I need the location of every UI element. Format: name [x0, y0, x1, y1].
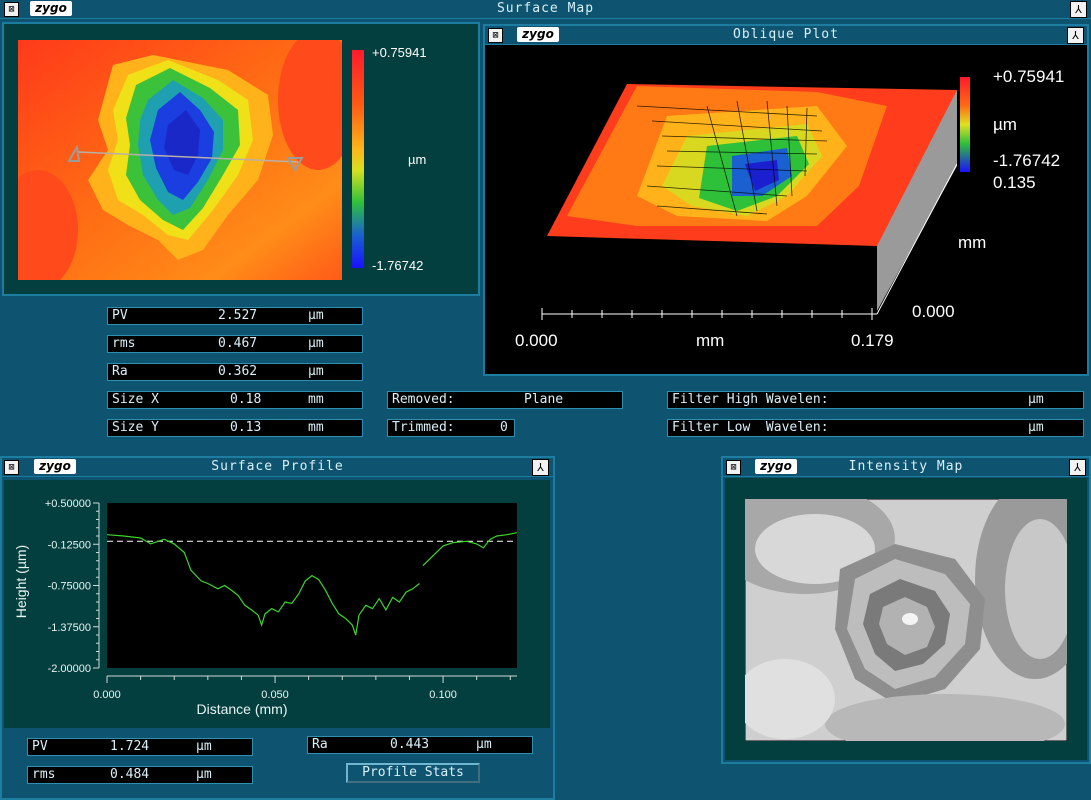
y-tick-label: -1.37500: [48, 622, 91, 634]
rms-unit: µm: [308, 336, 324, 351]
y-axis-label: Height (µm): [13, 545, 29, 618]
surface-map-image[interactable]: [18, 40, 342, 280]
size-y-value: 0.13: [230, 420, 262, 435]
intensity-map-title: Intensity Map: [848, 459, 964, 474]
oblique-y-min: 0.000: [912, 302, 955, 321]
oblique-colorbar: [960, 77, 970, 172]
oblique-x-min: 0.000: [515, 331, 558, 350]
pv-value: 2.527: [218, 308, 258, 323]
pv-label: PV: [112, 308, 128, 323]
colorbar-unit: µm: [408, 152, 427, 167]
x-tick-label: 0.050: [261, 689, 289, 701]
size-y-field: Size Y 0.13 mm: [107, 419, 363, 437]
profile-pv-field: PV 1.724 µm: [27, 738, 253, 756]
filter-high-unit: µm: [1028, 392, 1044, 407]
size-x-label: Size X: [112, 392, 159, 407]
menu-icon[interactable]: ⅄: [1070, 1, 1087, 18]
x-tick-label: 0.000: [93, 689, 121, 701]
removed-value: Plane: [524, 392, 564, 407]
oblique-plot-title: Oblique Plot: [733, 27, 839, 42]
profile-pv-value: 1.724: [110, 739, 150, 754]
profile-rms-unit: µm: [196, 767, 212, 782]
window-title: Surface Map: [496, 1, 595, 16]
y-tick-label: -0.12500: [48, 539, 91, 551]
rms-label: rms: [112, 336, 136, 351]
trimmed-field: Trimmed: 0: [387, 419, 515, 437]
oblique-y-max: 0.135: [993, 173, 1036, 192]
filter-low-label: Filter Low Wavelen:: [672, 420, 829, 435]
menu-icon[interactable]: ⅄: [532, 459, 549, 476]
oblique-z-max: +0.75941: [993, 67, 1065, 86]
y-tick-label: -2.00000: [48, 663, 91, 675]
colorbar: [352, 50, 364, 268]
profile-ra-value: 0.443: [390, 737, 430, 752]
menu-icon[interactable]: ⅄: [1069, 459, 1086, 476]
menu-icon[interactable]: ⅄: [1067, 27, 1084, 44]
surface-profile-titlebar: ⊠ zygo Surface Profile ⅄: [2, 458, 553, 477]
size-y-label: Size Y: [112, 420, 159, 435]
y-tick-label: -0.75000: [48, 581, 91, 593]
pv-unit: µm: [308, 308, 324, 323]
size-y-unit: mm: [308, 420, 324, 435]
profile-ra-unit: µm: [476, 737, 492, 752]
surface-profile-title: Surface Profile: [211, 459, 344, 474]
ra-label: Ra: [112, 364, 128, 379]
filter-high-label: Filter High Wavelen:: [672, 392, 829, 407]
size-x-unit: mm: [308, 392, 324, 407]
x-axis-label: Distance (mm): [196, 701, 287, 717]
x-tick-label: 0.100: [429, 689, 457, 701]
removed-label: Removed:: [392, 392, 455, 407]
size-x-field: Size X 0.18 mm: [107, 391, 363, 409]
rms-value: 0.467: [218, 336, 258, 351]
oblique-plot-titlebar: ⊠ zygo Oblique Plot ⅄: [485, 26, 1087, 45]
ra-field: Ra 0.362 µm: [107, 363, 363, 381]
ra-unit: µm: [308, 364, 324, 379]
profile-rms-label: rms: [32, 767, 56, 782]
filter-high-field: Filter High Wavelen: µm: [667, 391, 1084, 409]
intensity-map-image[interactable]: [745, 499, 1067, 741]
profile-rms-value: 0.484: [110, 767, 150, 782]
oblique-z-unit: µm: [993, 115, 1017, 134]
colorbar-max: +0.75941: [372, 45, 427, 60]
profile-stats-button[interactable]: Profile Stats: [346, 763, 480, 783]
plot-area: [107, 503, 517, 668]
oblique-plot-3d[interactable]: [487, 46, 957, 326]
oblique-x-max: 0.179: [851, 331, 894, 350]
colorbar-min: -1.76742: [372, 258, 424, 273]
profile-pv-label: PV: [32, 739, 48, 754]
pv-field: PV 2.527 µm: [107, 307, 363, 325]
y-tick-label: +0.50000: [45, 498, 91, 510]
profile-pv-unit: µm: [196, 739, 212, 754]
rms-field: rms 0.467 µm: [107, 335, 363, 353]
oblique-y-unit: mm: [958, 233, 987, 252]
surface-map-titlebar: ⊠ zygo Surface Map ⅄: [0, 0, 1091, 19]
filter-low-field: Filter Low Wavelen: µm: [667, 419, 1084, 437]
profile-ra-label: Ra: [312, 737, 328, 752]
oblique-z-min: -1.76742: [993, 151, 1061, 170]
size-x-value: 0.18: [230, 392, 262, 407]
profile-chart[interactable]: +0.50000 -0.12500 -0.75000 -1.37500 -2.00000…: [4, 480, 550, 728]
filter-low-unit: µm: [1028, 420, 1044, 435]
profile-ra-field: Ra 0.443 µm: [307, 736, 533, 754]
removed-field: Removed: Plane: [387, 391, 623, 409]
ra-value: 0.362: [218, 364, 258, 379]
trimmed-label: Trimmed:: [392, 420, 455, 435]
intensity-map-titlebar: ⊠ zygo Intensity Map ⅄: [723, 458, 1089, 477]
profile-rms-field: rms 0.484 µm: [27, 766, 253, 784]
oblique-x-unit: mm: [696, 331, 725, 350]
trimmed-value: 0: [500, 420, 508, 435]
